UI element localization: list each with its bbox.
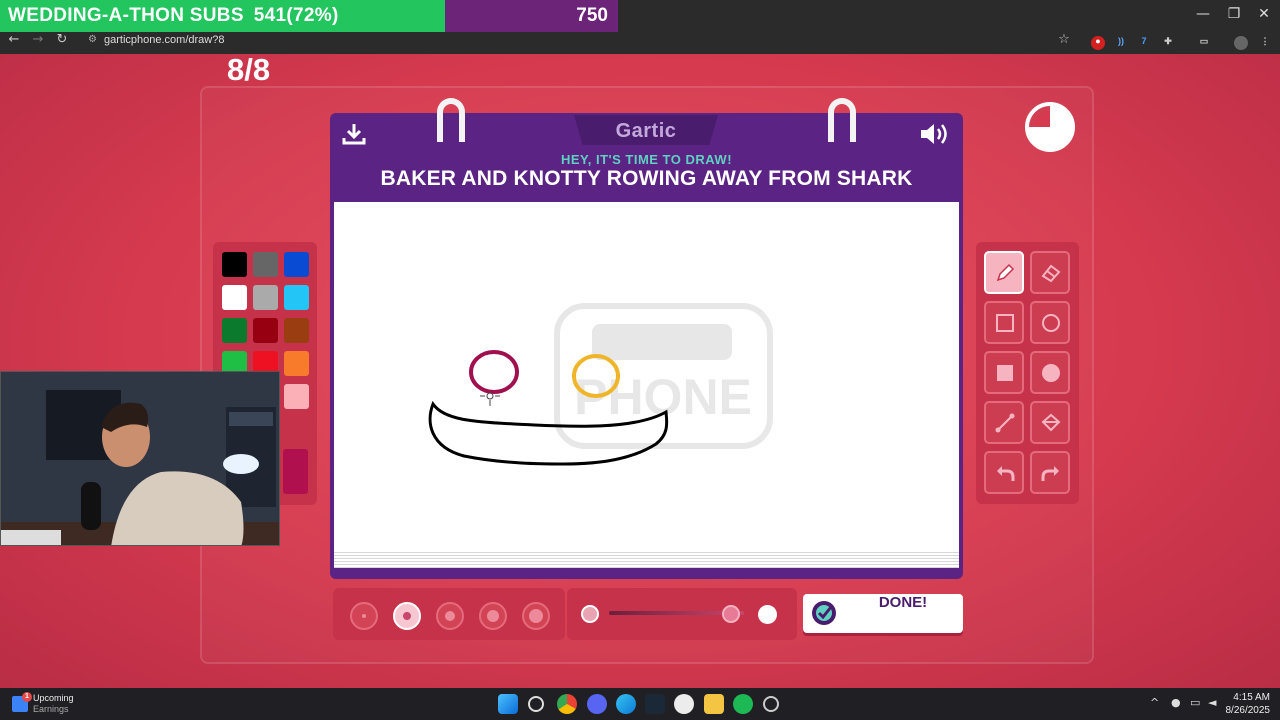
redo-icon[interactable] xyxy=(1030,451,1070,494)
line-icon[interactable] xyxy=(984,401,1024,444)
color-swatch[interactable] xyxy=(253,285,278,310)
clock[interactable]: 4:15 AM 8/26/2025 xyxy=(1226,691,1271,717)
spotify-icon[interactable] xyxy=(733,694,753,714)
taskbar: 1 Upcoming Earnings ^ ● ▭ ◄ 4:15 AM 8/26… xyxy=(0,688,1280,720)
binder-ring-left xyxy=(437,98,465,142)
close-button[interactable]: ✕ xyxy=(1247,0,1280,28)
brush-size-option[interactable] xyxy=(479,602,507,630)
webcam-image xyxy=(1,372,279,545)
page-edge xyxy=(334,550,959,568)
color-swatch[interactable] xyxy=(284,318,309,343)
rectangle-fill-icon[interactable] xyxy=(984,351,1024,394)
restore-button[interactable]: ❐ xyxy=(1217,0,1251,28)
clock-date: 8/26/2025 xyxy=(1225,705,1271,716)
color-swatch[interactable] xyxy=(253,252,278,277)
steam-icon[interactable] xyxy=(645,694,665,714)
obs-icon[interactable] xyxy=(763,696,779,712)
tool-panel xyxy=(976,242,1079,504)
speaker-icon[interactable] xyxy=(918,121,952,147)
color-swatch[interactable] xyxy=(222,285,247,310)
extension-translate-icon[interactable]: 7 xyxy=(1137,36,1151,50)
profile-avatar[interactable] xyxy=(1234,36,1248,50)
download-icon[interactable] xyxy=(341,122,367,146)
gartic-logo: Gartic xyxy=(574,115,718,145)
color-swatch[interactable] xyxy=(284,252,309,277)
browser-toolbar: ← → ↻ ⚙ garticphone.com/draw?8 ☆ ● )) 7 … xyxy=(0,32,1280,54)
color-swatch[interactable] xyxy=(284,384,309,409)
earnings-widget[interactable]: 1 Upcoming Earnings xyxy=(12,692,92,716)
search-icon[interactable] xyxy=(528,696,544,712)
round-counter: 8/8 xyxy=(227,52,271,87)
done-button[interactable]: DONE! xyxy=(803,594,963,633)
extensions-puzzle-icon[interactable]: ✚ xyxy=(1161,36,1175,50)
bucket-icon[interactable] xyxy=(1030,401,1070,444)
circle-fill-icon[interactable] xyxy=(1030,351,1070,394)
volume-icon[interactable]: ◄ xyxy=(1208,696,1216,709)
done-label: DONE! xyxy=(878,594,928,611)
webcam-overlay xyxy=(0,371,280,546)
brush-size-panel xyxy=(333,588,565,640)
screen: WEDDING-A-THON SUBS 541(72%) 750 — ❐ ✕ ← … xyxy=(0,0,1280,720)
sub-goal-count: 750 xyxy=(576,5,608,26)
site-info-icon[interactable]: ⚙ xyxy=(88,34,97,45)
drawing-canvas[interactable]: PHONE xyxy=(334,202,959,568)
color-swatch[interactable] xyxy=(222,252,247,277)
network-icon[interactable]: ▭ xyxy=(1190,696,1200,709)
eraser-icon[interactable] xyxy=(1030,251,1070,294)
canvas-drawing: PHONE xyxy=(428,303,773,466)
sub-goal-progress: 541(72%) xyxy=(253,5,339,26)
stream-overlay-bar: WEDDING-A-THON SUBS 541(72%) 750 — ❐ ✕ xyxy=(0,0,1280,32)
crosshair-cursor-icon xyxy=(480,392,500,406)
bookmark-star-icon[interactable]: ☆ xyxy=(1054,32,1074,54)
extension-audio-icon[interactable]: )) xyxy=(1114,36,1128,50)
widget-title: Upcoming xyxy=(33,693,74,703)
discord-icon[interactable] xyxy=(587,694,607,714)
opacity-low-icon xyxy=(581,605,599,623)
instruction-text: HEY, IT'S TIME TO DRAW! xyxy=(560,152,733,167)
extension-record-icon[interactable]: ● xyxy=(1091,36,1105,50)
chrome-icon[interactable] xyxy=(557,694,577,714)
brush-size-option[interactable] xyxy=(436,602,464,630)
minimize-button[interactable]: — xyxy=(1186,0,1220,28)
binder-ring-right xyxy=(828,98,856,142)
widget-badge: 1 xyxy=(22,692,32,702)
url-text: garticphone.com/draw?8 xyxy=(104,34,225,46)
microphone-icon[interactable]: ● xyxy=(1171,696,1181,709)
clock-time: 4:15 AM xyxy=(1233,692,1270,703)
edge-icon[interactable] xyxy=(616,694,636,714)
circle-outline-icon[interactable] xyxy=(1030,301,1070,344)
sub-goal-bar: WEDDING-A-THON SUBS 541(72%) xyxy=(0,0,445,32)
opacity-panel xyxy=(567,588,797,640)
tray-chevron-icon[interactable]: ^ xyxy=(1150,696,1159,709)
drawing-prompt: BAKER AND KNOTTY ROWING AWAY FROM SHARK xyxy=(380,167,913,190)
undo-icon[interactable] xyxy=(984,451,1024,494)
pencil-icon[interactable] xyxy=(984,251,1024,294)
start-button-icon[interactable] xyxy=(498,694,518,714)
reload-button[interactable]: ↻ xyxy=(52,32,72,54)
sub-goal-label: WEDDING-A-THON SUBS xyxy=(8,5,244,26)
sidebar-toggle-icon[interactable]: ▭ xyxy=(1197,36,1211,50)
opacity-high-icon xyxy=(758,605,777,624)
color-swatch[interactable] xyxy=(222,318,247,343)
app-icon[interactable] xyxy=(674,694,694,714)
forward-button[interactable]: → xyxy=(28,32,48,54)
back-button[interactable]: ← xyxy=(4,32,24,54)
drawn-circle-baker xyxy=(469,350,519,394)
brush-size-option[interactable] xyxy=(393,602,421,630)
timer-icon xyxy=(1025,102,1075,152)
widget-subtitle: Earnings xyxy=(33,704,69,714)
color-swatch[interactable] xyxy=(284,351,309,376)
opacity-slider-handle[interactable] xyxy=(721,605,740,623)
check-icon xyxy=(812,601,836,625)
browser-menu-icon[interactable]: ⋮ xyxy=(1258,36,1272,50)
color-swatch[interactable] xyxy=(283,449,308,494)
rectangle-outline-icon[interactable] xyxy=(984,301,1024,344)
sub-goal-target: 750 xyxy=(445,0,618,32)
file-explorer-icon[interactable] xyxy=(704,694,724,714)
brush-size-option[interactable] xyxy=(522,602,550,630)
brush-size-option[interactable] xyxy=(350,602,378,630)
address-bar[interactable]: ⚙ garticphone.com/draw?8 xyxy=(84,34,1064,52)
color-swatch[interactable] xyxy=(253,318,278,343)
color-swatch[interactable] xyxy=(284,285,309,310)
